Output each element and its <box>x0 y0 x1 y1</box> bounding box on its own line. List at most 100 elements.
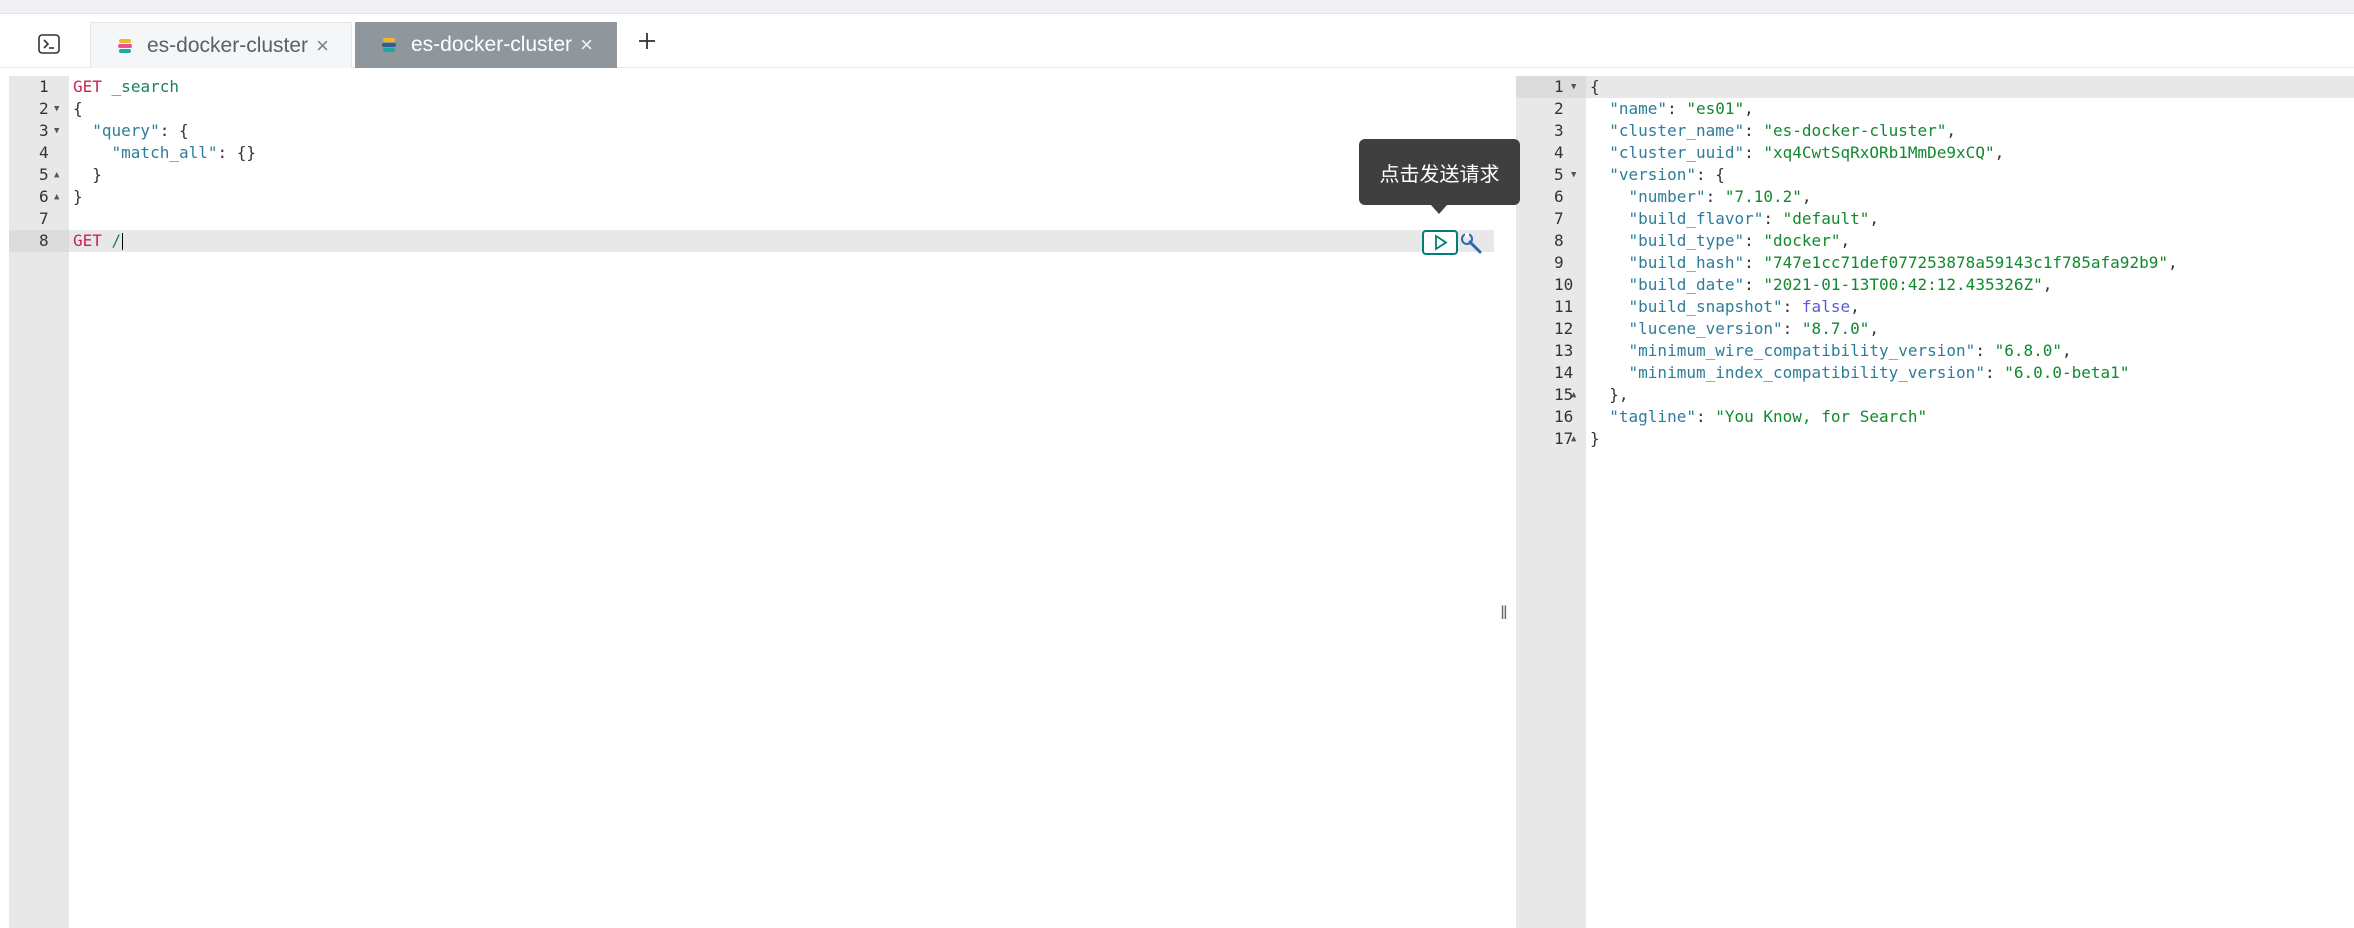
token-punct <box>1590 319 1629 338</box>
token-punct: : <box>1744 275 1764 294</box>
code-line[interactable] <box>69 208 1494 230</box>
tab-cluster-1[interactable]: es-docker-cluster × <box>90 22 352 68</box>
code-text: "version": { <box>1590 164 1725 186</box>
code-line[interactable]: GET _search <box>69 76 1494 98</box>
token-punct <box>73 121 92 140</box>
line-number: 12 <box>1554 319 1574 338</box>
token-key: "cluster_name" <box>1609 121 1745 140</box>
token-punct <box>1590 143 1609 162</box>
token-punct: , <box>1994 143 2005 162</box>
line-number-gutter: 1 2 ▼ 3 ▼ 4 5 ▲ 6 ▲ 7 8 <box>9 76 69 928</box>
token-key: "build_flavor" <box>1628 209 1764 228</box>
code-text: } <box>73 164 102 186</box>
token-punct: , <box>1840 231 1851 250</box>
response-code-area: { "name": "es01", "cluster_name": "es-do… <box>1586 76 2354 928</box>
line-number: 5 ▼ <box>1554 164 1577 186</box>
fold-open-icon[interactable]: ▼ <box>54 120 59 142</box>
code-line: "lucene_version": "8.7.0", <box>1586 318 2354 340</box>
line-number: 17 ▲ <box>1554 428 1577 450</box>
token-punct: }, <box>1590 385 1629 404</box>
fold-close-icon[interactable]: ▲ <box>1571 428 1576 450</box>
token-key: "minimum_wire_compatibility_version" <box>1628 341 1976 360</box>
line-number: 2 <box>1554 99 1564 118</box>
code-line[interactable]: "query": { <box>69 120 1494 142</box>
token-punct <box>73 143 112 162</box>
code-text: "name": "es01", <box>1590 98 1754 120</box>
code-line[interactable]: { <box>69 98 1494 120</box>
code-line[interactable]: "match_all": {} <box>69 142 1494 164</box>
play-icon <box>1435 234 1448 251</box>
code-line: "minimum_wire_compatibility_version": "6… <box>1586 340 2354 362</box>
token-key: "build_date" <box>1628 275 1745 294</box>
fold-open-icon[interactable]: ▼ <box>1571 164 1576 186</box>
token-punct <box>1590 363 1629 382</box>
code-text: GET _search <box>73 76 179 98</box>
line-number: 7 <box>39 209 49 228</box>
line-number: 6 ▲ <box>39 186 60 208</box>
token-punct: { <box>1590 77 1600 96</box>
console-icon[interactable] <box>38 34 60 54</box>
fold-close-icon[interactable]: ▲ <box>54 164 59 186</box>
tab-cluster-2[interactable]: es-docker-cluster × <box>355 22 617 68</box>
token-str: "xq4CwtSqRxORb1MmDe9xCQ" <box>1763 143 1995 162</box>
token-punct <box>102 77 112 96</box>
token-punct: : <box>1744 121 1764 140</box>
split-resize-handle[interactable]: ‖ <box>1500 603 1508 625</box>
token-punct: { <box>73 99 83 118</box>
line-number: 2 ▼ <box>39 98 60 120</box>
close-icon[interactable]: × <box>316 34 329 57</box>
fold-open-icon[interactable]: ▼ <box>1571 76 1576 98</box>
token-str: "2021-01-13T00:42:12.435326Z" <box>1763 275 2043 294</box>
token-punct: , <box>1850 297 1860 316</box>
fold-open-icon[interactable]: ▼ <box>54 98 59 120</box>
token-punct: , <box>1869 319 1879 338</box>
send-request-button[interactable] <box>1422 230 1458 255</box>
token-punct: } <box>73 187 83 206</box>
code-line[interactable]: GET / <box>69 230 1494 252</box>
token-punct <box>1590 275 1629 294</box>
add-tab-icon[interactable] <box>636 30 658 52</box>
token-punct <box>1590 297 1629 316</box>
response-editor: 1 ▼ 2 3 4 5 ▼ 6 7 8 9 10 11 12 13 14 15 ▲ 16 17 ▲ { "name": … <box>1516 76 2354 928</box>
code-text: "build_date": "2021-01-13T00:42:12.43532… <box>1590 274 2053 296</box>
wrench-icon[interactable] <box>1458 230 1484 256</box>
line-number: 7 <box>1554 209 1564 228</box>
token-punct: : <box>1744 143 1764 162</box>
code-line: "tagline": "You Know, for Search" <box>1586 406 2354 428</box>
code-line: "build_type": "docker", <box>1586 230 2354 252</box>
line-number: 8 <box>9 230 69 252</box>
code-line[interactable]: } <box>69 186 1494 208</box>
close-icon[interactable]: × <box>580 34 593 56</box>
code-text: "build_hash": "747e1cc71def077253878a591… <box>1590 252 2178 274</box>
token-key: "lucene_version" <box>1628 319 1783 338</box>
fold-close-icon[interactable]: ▲ <box>54 186 59 208</box>
token-punct <box>1590 341 1629 360</box>
window-top-strip <box>0 0 2354 14</box>
code-text: "build_flavor": "default", <box>1590 208 1879 230</box>
line-number: 14 <box>1554 363 1574 382</box>
code-line: "cluster_uuid": "xq4CwtSqRxORb1MmDe9xCQ"… <box>1586 142 2354 164</box>
fold-close-icon[interactable]: ▲ <box>1571 384 1576 406</box>
token-punct: } <box>73 165 102 184</box>
tab-bar: es-docker-cluster × es-docker-cluster × <box>0 14 2354 68</box>
line-number: 3 ▼ <box>39 120 60 142</box>
request-editor[interactable]: 1 2 ▼ 3 ▼ 4 5 ▲ 6 ▲ 7 8 GET _search{ "query": { "ma… <box>9 76 1494 928</box>
token-punct: : <box>1705 187 1725 206</box>
token-punct: : <box>1744 231 1764 250</box>
line-number: 1 <box>39 77 49 96</box>
token-str: "6.0.0-beta1" <box>2004 363 2130 382</box>
elastic-logo-icon <box>381 37 397 53</box>
line-number: 5 ▲ <box>39 164 60 186</box>
code-line: "build_hash": "747e1cc71def077253878a591… <box>1586 252 2354 274</box>
token-punct: : <box>1975 341 1995 360</box>
code-line[interactable]: } <box>69 164 1494 186</box>
code-text: { <box>1590 76 1600 98</box>
token-punct <box>1590 407 1609 426</box>
request-code-area[interactable]: GET _search{ "query": { "match_all": {} … <box>69 76 1494 928</box>
code-text: "minimum_wire_compatibility_version": "6… <box>1590 340 2072 362</box>
tooltip-arrow <box>1431 205 1447 214</box>
token-str: "747e1cc71def077253878a59143c1f785afa92b… <box>1763 253 2168 272</box>
code-text: { <box>73 98 83 120</box>
line-number: 8 <box>1554 231 1564 250</box>
token-punct: , <box>2062 341 2072 360</box>
